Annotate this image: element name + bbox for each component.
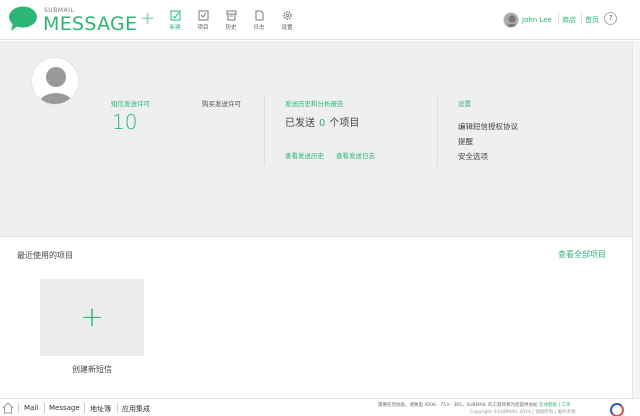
home-icon[interactable] — [2, 402, 14, 414]
settings-label: 设置 — [458, 100, 471, 108]
footer-divider — [117, 403, 118, 413]
support-text: 需要任何协助，请致电 4006 - 753 - 365，SUBMAIL 的工程师… — [378, 403, 538, 408]
top-header: SUBMAIL MESSAGE + 新建 项目 历史 日志 设置 John Le… — [0, 0, 640, 40]
sent-summary: 已发送 0 个项目 — [285, 114, 359, 129]
footer-bar: Mail Message 地址簿 应用集成 需要任何协助，请致电 4006 - … — [0, 398, 640, 416]
footer-divider — [18, 403, 19, 413]
recent-projects-title: 最近使用的项目 — [17, 251, 73, 260]
sent-prefix: 已发送 — [285, 118, 315, 129]
sent-count: 0 — [319, 118, 326, 129]
gear-icon — [282, 11, 292, 20]
dashboard-panel — [0, 41, 640, 237]
user-name[interactable]: John Lee — [522, 16, 552, 24]
footer-divider — [84, 403, 85, 413]
nav-projects-label: 项目 — [197, 25, 209, 31]
home-link[interactable]: 首页 — [585, 15, 599, 25]
footer-link-mail[interactable]: Mail — [24, 404, 38, 412]
edit-agreement-link[interactable]: 编辑短信授权协议 — [458, 121, 518, 132]
create-message-tile[interactable]: + — [40, 279, 144, 356]
nav-history-label: 历史 — [225, 25, 237, 31]
checklist-icon — [198, 10, 208, 21]
online-support-link[interactable]: 在线客服 — [539, 403, 557, 408]
user-avatar[interactable] — [503, 12, 519, 28]
footer-link-addressbook[interactable]: 地址簿 — [90, 404, 111, 414]
security-options-link[interactable]: 安全选项 — [458, 151, 488, 162]
sent-suffix: 个项目 — [329, 118, 360, 129]
nav-projects[interactable]: 项目 — [192, 10, 214, 31]
partner-logo-icon — [610, 403, 624, 416]
buy-permit-link[interactable]: 购买发送许可 — [202, 98, 241, 108]
nav-log[interactable]: 日志 — [248, 10, 270, 31]
profile-avatar[interactable] — [31, 57, 79, 105]
add-plus-icon[interactable]: + — [140, 9, 155, 29]
header-divider — [581, 13, 582, 24]
vertical-scrollbar[interactable] — [632, 41, 640, 398]
nav-history[interactable]: 历史 — [220, 10, 242, 31]
brand-name[interactable]: MESSAGE — [43, 13, 137, 35]
nav-log-label: 日志 — [253, 25, 265, 31]
history-report-label: 发送历史和分析报告 — [285, 100, 344, 108]
column-divider — [264, 96, 265, 166]
reminder-link[interactable]: 提醒 — [458, 136, 473, 147]
user-silhouette-icon — [39, 67, 73, 104]
store-link[interactable]: 商店 — [562, 15, 576, 25]
user-silhouette-icon — [506, 15, 518, 27]
nav-settings-label: 设置 — [281, 25, 293, 31]
view-all-projects-link[interactable]: 查看全部项目 — [558, 249, 606, 260]
nav-new-label: 新建 — [169, 25, 181, 31]
footer-divider — [44, 403, 45, 413]
help-button[interactable]: ? — [604, 12, 617, 25]
chat-bubble-logo-icon[interactable] — [8, 6, 38, 32]
footer-copyright: Copyright ©SUBMAIL 2014 | 保留所有 | 服务条款 — [470, 410, 576, 415]
user-menu[interactable]: John Lee — [503, 10, 552, 30]
view-history-link[interactable]: 查看发送历史 — [285, 150, 324, 160]
new-doc-icon — [170, 10, 180, 21]
file-icon — [255, 10, 263, 21]
create-message-label[interactable]: 创建新短信 — [40, 364, 144, 375]
ticket-link[interactable]: 工单 — [561, 403, 570, 408]
view-log-link[interactable]: 查看发送日志 — [336, 150, 375, 160]
nav-settings[interactable]: 设置 — [276, 10, 298, 31]
footer-link-integration[interactable]: 应用集成 — [122, 404, 150, 414]
column-divider — [437, 96, 438, 166]
send-permit-label: 短信发送许可 — [111, 100, 150, 108]
footer-link-message[interactable]: Message — [49, 404, 80, 412]
footer-support-notice: 需要任何协助，请致电 4006 - 753 - 365，SUBMAIL 的工程师… — [378, 403, 571, 408]
permit-count: 10 — [112, 110, 138, 134]
header-divider — [558, 13, 559, 24]
archive-icon — [226, 10, 236, 21]
nav-new[interactable]: 新建 — [164, 10, 186, 31]
plus-icon: + — [80, 300, 104, 333]
